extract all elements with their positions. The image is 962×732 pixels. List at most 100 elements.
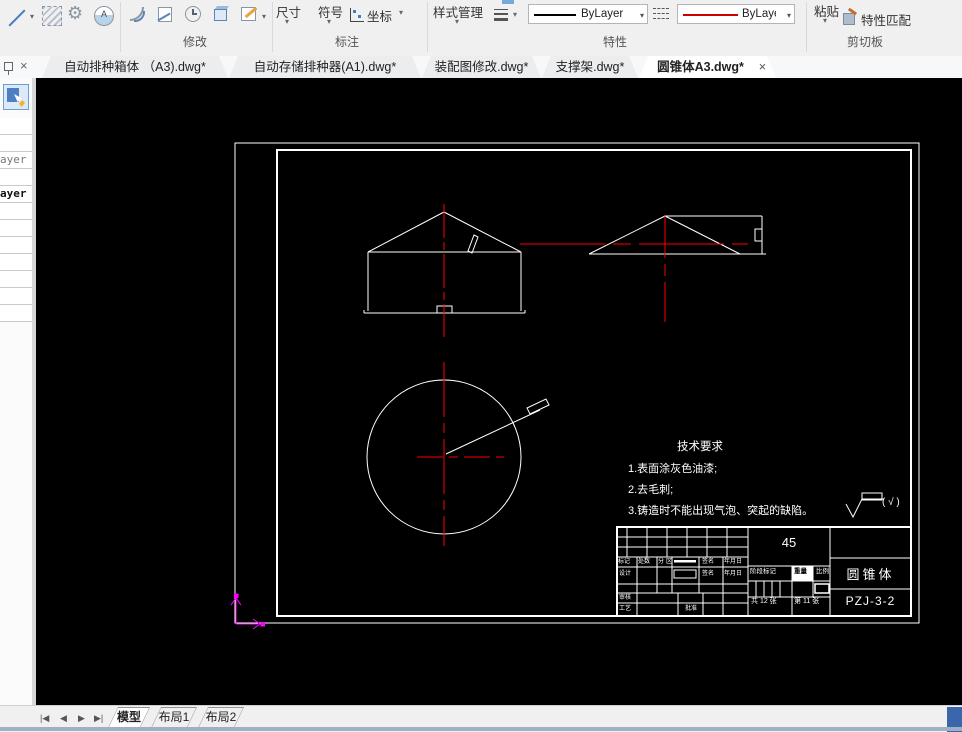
lineweight-icon[interactable] — [494, 9, 509, 21]
palette-row[interactable] — [0, 135, 32, 152]
palette-row-bylayer[interactable]: ayer — [0, 186, 32, 203]
bottom-strip — [0, 727, 962, 731]
color-dropdown-arrow: ▾ — [639, 11, 644, 20]
doc-tab-5-active[interactable]: 圆锥体A3.dwg* × — [639, 56, 776, 78]
color-sample-line — [534, 14, 576, 16]
doc-tab-1[interactable]: 自动排种箱体 （A3).dwg* — [42, 56, 228, 78]
left-palette: ayer ayer — [0, 78, 32, 705]
ucs-icon — [230, 593, 265, 630]
line-icon — [8, 9, 26, 27]
rotate-icon[interactable] — [184, 5, 202, 23]
clipped-icon-fragment — [502, 0, 514, 4]
model-tab[interactable]: 模型 — [108, 707, 150, 728]
annotate-panel-label: 标注 — [334, 35, 359, 49]
side-view[interactable] — [588, 215, 766, 255]
palette-row[interactable] — [0, 237, 32, 254]
palette-row[interactable] — [0, 271, 32, 288]
match-properties-button[interactable]: 特性匹配 — [861, 10, 911, 29]
drawing-number: PZJ-3-2 — [845, 594, 896, 608]
gear-icon[interactable]: ⚙ — [67, 3, 83, 24]
tb-mark: 标记 — [618, 559, 631, 565]
properties-panel-label: 特性 — [602, 35, 627, 49]
palette-row[interactable] — [0, 220, 32, 237]
modify-panel-label: 修改 — [182, 35, 207, 49]
line-tool-button[interactable] — [6, 8, 28, 28]
drawing-canvas[interactable]: 技术要求 1.表面涂灰色油漆; 2.去毛刺; 3.铸造时不能出现气泡、突起的缺陷… — [36, 78, 962, 705]
color-combobox[interactable]: ByLayer ▾ — [528, 4, 648, 24]
doc-tab-4[interactable]: 支撑架.dwg* — [542, 56, 638, 78]
match-properties-icon — [843, 7, 858, 25]
palette-row[interactable] — [0, 118, 32, 135]
symbol-dropdown-arrow[interactable]: ▾ — [327, 18, 331, 26]
ribbon-separator — [120, 2, 121, 52]
surface-finish-symbol — [845, 492, 884, 519]
hatch-icon[interactable] — [42, 6, 62, 26]
offset-icon[interactable] — [128, 5, 146, 23]
line-dropdown-arrow[interactable]: ▾ — [30, 13, 34, 21]
tech-req-line3: 3.铸造时不能出现气泡、突起的缺陷。 — [628, 505, 814, 517]
tb-stage-mark: 阶段标记 — [750, 568, 776, 575]
surface-note: ( √ ) — [882, 497, 900, 508]
quick-select-icon[interactable] — [3, 84, 29, 110]
palette-row[interactable] — [0, 254, 32, 271]
layout1-tab[interactable]: 布局1 — [151, 707, 197, 728]
paste-dropdown-arrow[interactable]: ▾ — [823, 17, 827, 25]
close-panel-icon[interactable]: × — [20, 58, 28, 73]
doc-tab-3[interactable]: 装配图修改.dwg* — [422, 56, 541, 78]
layout2-tab[interactable]: 布局2 — [198, 707, 244, 728]
cad-geometry — [230, 142, 920, 630]
tb-sheet-number: 第 11 张 — [794, 598, 820, 605]
palette-row-bylayer[interactable]: ayer — [0, 152, 32, 169]
tech-req-title: 技术要求 — [677, 441, 723, 453]
ribbon-separator — [806, 2, 807, 52]
tb-date2: 年月日 — [724, 571, 743, 577]
pin-icon[interactable] — [4, 62, 13, 75]
doc-tab-5-label: 圆锥体A3.dwg* — [657, 60, 744, 74]
palette-row[interactable] — [0, 305, 32, 322]
tech-req-line1: 1.表面涂灰色油漆; — [628, 463, 718, 475]
linetype-icon[interactable] — [653, 7, 669, 21]
tb-sign2: 签名 — [702, 571, 715, 577]
ribbon-separator — [272, 2, 273, 52]
nav-prev-button[interactable]: ◀ — [60, 713, 67, 724]
lineweight-dropdown-arrow[interactable]: ▾ — [513, 11, 517, 19]
style-manager-dropdown-arrow[interactable]: ▾ — [455, 18, 459, 26]
ribbon: ▾ ⚙ A ▾ 修改 尺寸 ▾ 符号 ▾ 坐标 ▾ 标注 样式管理 ▾ ▾ By… — [0, 0, 962, 57]
tb-count: 处数 — [638, 559, 651, 565]
edit-attribute-icon[interactable] — [240, 5, 258, 23]
linetype-combobox[interactable]: ByLayer ▾ — [677, 4, 795, 24]
palette-row[interactable] — [0, 169, 32, 186]
coordinate-icon — [350, 8, 364, 22]
tb-sign: 签名 — [702, 559, 715, 565]
tab-close-icon[interactable]: × — [759, 56, 766, 78]
linetype-dropdown-arrow: ▾ — [786, 11, 791, 20]
orbit-box-icon[interactable] — [212, 5, 230, 23]
tb-zone-a: 分 — [658, 559, 665, 565]
doc-tab-2[interactable]: 自动存储排种器(A1).dwg* — [229, 56, 421, 78]
document-tab-bar: × 自动排种箱体 （A3).dwg* 自动存储排种器(A1).dwg* 装配图修… — [0, 56, 962, 78]
edit-dropdown-arrow[interactable]: ▾ — [262, 13, 266, 21]
palette-row[interactable] — [0, 288, 32, 305]
dimension-dropdown-arrow[interactable]: ▾ — [285, 18, 289, 26]
tb-design: 设计 — [619, 571, 632, 577]
clipboard-panel-label: 剪切板 — [846, 35, 883, 49]
coordinate-button[interactable]: 坐标 — [367, 6, 392, 25]
linetype-value: ByLayer — [742, 8, 776, 20]
ribbon-separator — [427, 2, 428, 52]
coordinate-dropdown-arrow[interactable]: ▾ — [399, 9, 403, 17]
text-circle-icon[interactable]: A — [94, 6, 114, 26]
color-value: ByLayer — [581, 8, 624, 20]
tb-zone-b: 区 — [666, 559, 673, 565]
tb-review: 审核 — [619, 595, 632, 601]
tb-date: 年月日 — [724, 559, 743, 565]
nav-next-button[interactable]: ▶ — [78, 713, 85, 724]
palette-row[interactable] — [0, 203, 32, 220]
nav-last-button[interactable]: ▶| — [94, 713, 103, 724]
nav-first-button[interactable]: |◀ — [40, 713, 49, 724]
part-name: 圆锥体 — [846, 567, 895, 582]
tb-weight: 重量 — [794, 568, 807, 575]
lengthen-icon[interactable] — [156, 5, 174, 23]
drawing-frame — [234, 142, 920, 624]
tb-total-sheets: 共 12 张 — [751, 598, 777, 605]
title-block-line-sample — [674, 560, 696, 563]
